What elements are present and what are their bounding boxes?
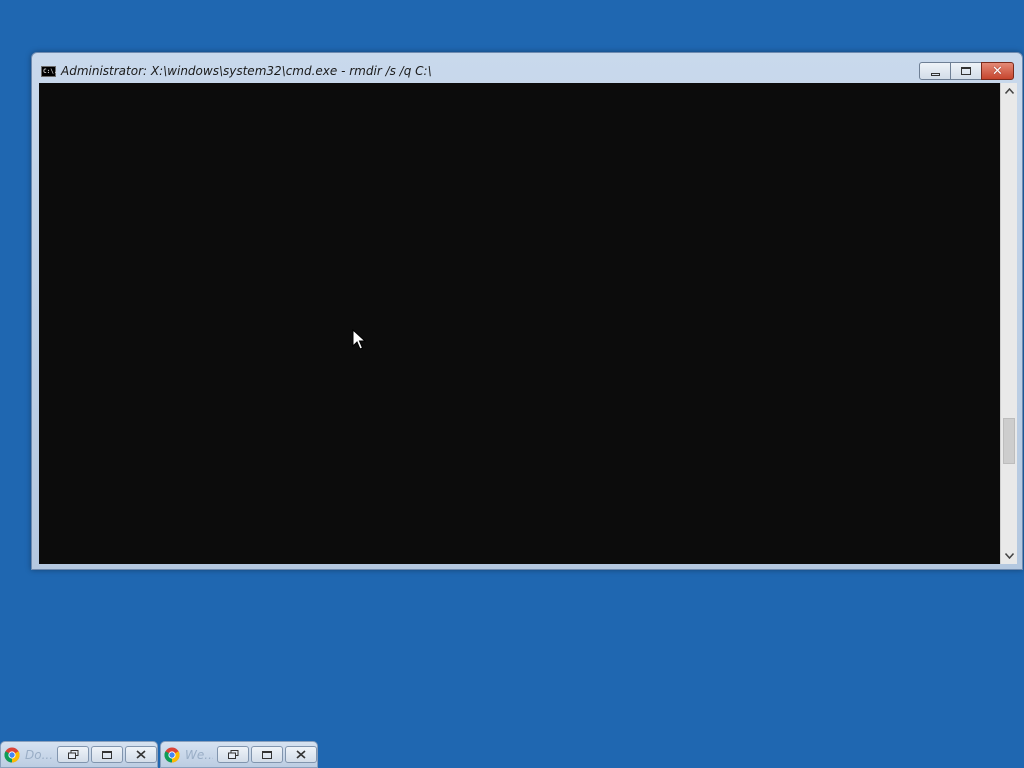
window-title: Administrator: X:\windows\system32\cmd.e… (61, 64, 432, 78)
maximize-button[interactable] (251, 746, 283, 763)
close-icon (136, 750, 146, 759)
vertical-scrollbar[interactable] (1000, 83, 1017, 564)
close-icon (296, 750, 306, 759)
scroll-up-arrow-icon[interactable] (1001, 83, 1017, 99)
maximize-button[interactable] (91, 746, 123, 763)
minimized-window-title: Do... (25, 748, 53, 762)
restore-button[interactable] (57, 746, 89, 763)
scroll-down-arrow-icon[interactable] (1001, 548, 1017, 564)
title-bar[interactable]: C:\. Administrator: X:\windows\system32\… (32, 53, 1022, 83)
minimized-window-2[interactable]: We... (160, 741, 318, 768)
maximize-button[interactable] (950, 62, 982, 80)
close-button[interactable]: ✕ (981, 62, 1014, 80)
restore-icon (227, 750, 238, 759)
chrome-icon (4, 747, 20, 763)
restore-icon (67, 750, 78, 759)
caption-buttons: ✕ (919, 62, 1014, 81)
console-output[interactable] (39, 83, 1000, 564)
minimize-icon (930, 72, 940, 76)
maximize-icon (961, 67, 971, 75)
restore-button[interactable] (217, 746, 249, 763)
minimized-window-title: We... (185, 748, 213, 762)
cmd-icon[interactable]: C:\. (41, 66, 57, 77)
scrollbar-thumb[interactable] (1003, 418, 1015, 464)
cmd-window[interactable]: C:\. Administrator: X:\windows\system32\… (31, 52, 1023, 570)
close-button[interactable] (285, 746, 317, 763)
close-icon: ✕ (992, 63, 1003, 79)
maximize-icon (102, 750, 112, 759)
minimize-button[interactable] (919, 62, 951, 80)
chrome-icon (164, 747, 180, 763)
maximize-icon (262, 750, 272, 759)
mouse-cursor-icon (352, 329, 366, 350)
close-button[interactable] (125, 746, 157, 763)
minimized-window-1[interactable]: Do... (0, 741, 158, 768)
